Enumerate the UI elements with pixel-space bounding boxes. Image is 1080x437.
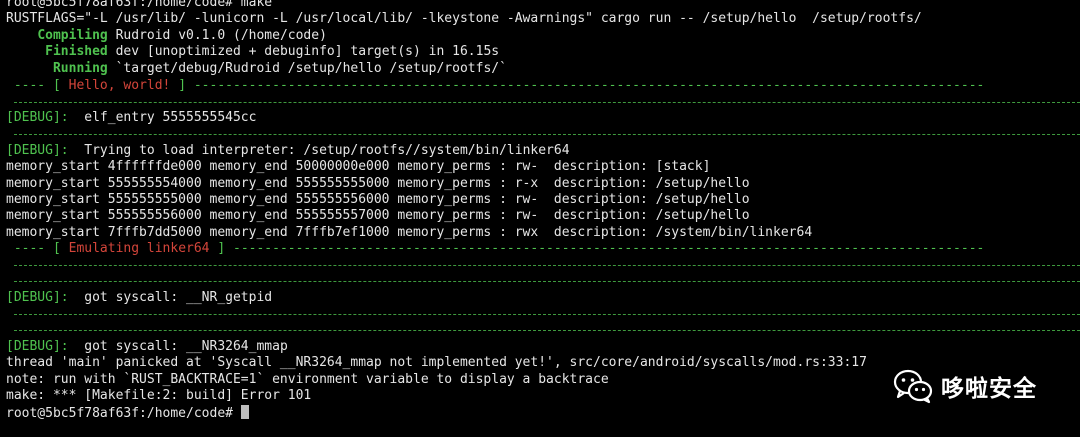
banner-linker-line: ---- [ Emulating linker64 ] ------------…: [6, 241, 985, 256]
running-label: Running: [52, 61, 108, 76]
compiling-label: Compiling: [37, 28, 108, 43]
memory-map-row: memory_start 555555554000 memory_end 555…: [6, 176, 750, 191]
prompt-bottom-line[interactable]: root@5bc5f78af63f:/home/code#: [6, 405, 249, 422]
banner-linker-text: Emulating linker64: [68, 241, 210, 256]
debug-tag: [DEBUG]:: [6, 339, 69, 354]
terminal-cursor: [240, 405, 249, 419]
panic-line: thread 'main' panicked at 'Syscall __NR3…: [6, 355, 867, 370]
debug-mmap-line: [DEBUG]: got syscall: __NR3264_mmap: [6, 339, 288, 354]
watermark-text: 哆啦安全: [941, 376, 1037, 402]
finished-label: Finished: [45, 44, 108, 59]
banner-hello-line: ---- [ Hello, world! ] -----------------…: [6, 78, 985, 93]
wechat-icon: [893, 369, 933, 404]
running-text: `target/debug/Rudroid /setup/hello /setu…: [107, 61, 507, 76]
rustflags-command-line: RUSTFLAGS="-L /usr/lib/ -lunicorn -L /us…: [6, 11, 922, 26]
finished-line: Finished dev [unoptimized + debuginfo] t…: [6, 44, 499, 60]
prompt-make-line: root@5bc5f78af63f:/home/code# make: [6, 0, 273, 10]
backtrace-note-line: note: run with `RUST_BACKTRACE=1` enviro…: [6, 372, 609, 387]
separator-line: [14, 134, 1080, 135]
separator-line: [14, 265, 1080, 266]
memory-map-row: memory_start 555555555000 memory_end 555…: [6, 192, 750, 207]
debug-elf-entry-line: [DEBUG]: elf_entry 5555555545cc: [6, 110, 257, 125]
memory-map-row: memory_start 4ffffffde000 memory_end 500…: [6, 159, 711, 174]
terminal-window[interactable]: root@5bc5f78af63f:/home/code# make RUSTF…: [0, 0, 1080, 437]
banner-hello-text: Hello, world!: [68, 78, 171, 93]
make-error-line: make: *** [Makefile:2: build] Error 101: [6, 388, 312, 403]
debug-interpreter-line: [DEBUG]: Trying to load interpreter: /se…: [6, 143, 570, 158]
debug-getpid-line: [DEBUG]: got syscall: __NR_getpid: [6, 290, 273, 305]
memory-map-row: memory_start 7fffb7dd5000 memory_end 7ff…: [6, 225, 813, 240]
debug-tag: [DEBUG]:: [6, 143, 69, 158]
separator-line: [14, 102, 1080, 103]
finished-text: dev [unoptimized + debuginfo] target(s) …: [107, 44, 500, 59]
compiling-line: Compiling Rudroid v0.1.0 (/home/code): [6, 28, 327, 44]
compiling-text: Rudroid v0.1.0 (/home/code): [107, 28, 327, 43]
running-line: Running `target/debug/Rudroid /setup/hel…: [6, 61, 507, 77]
prompt-text: root@5bc5f78af63f:/home/code#: [6, 406, 241, 421]
separator-line: [14, 281, 1080, 282]
separator-line: [14, 314, 1080, 315]
memory-map-row: memory_start 555555556000 memory_end 555…: [6, 208, 750, 223]
watermark: 哆啦安全: [893, 368, 1037, 404]
separator-line: [14, 330, 1080, 331]
debug-tag: [DEBUG]:: [6, 110, 69, 125]
debug-tag: [DEBUG]:: [6, 290, 69, 305]
